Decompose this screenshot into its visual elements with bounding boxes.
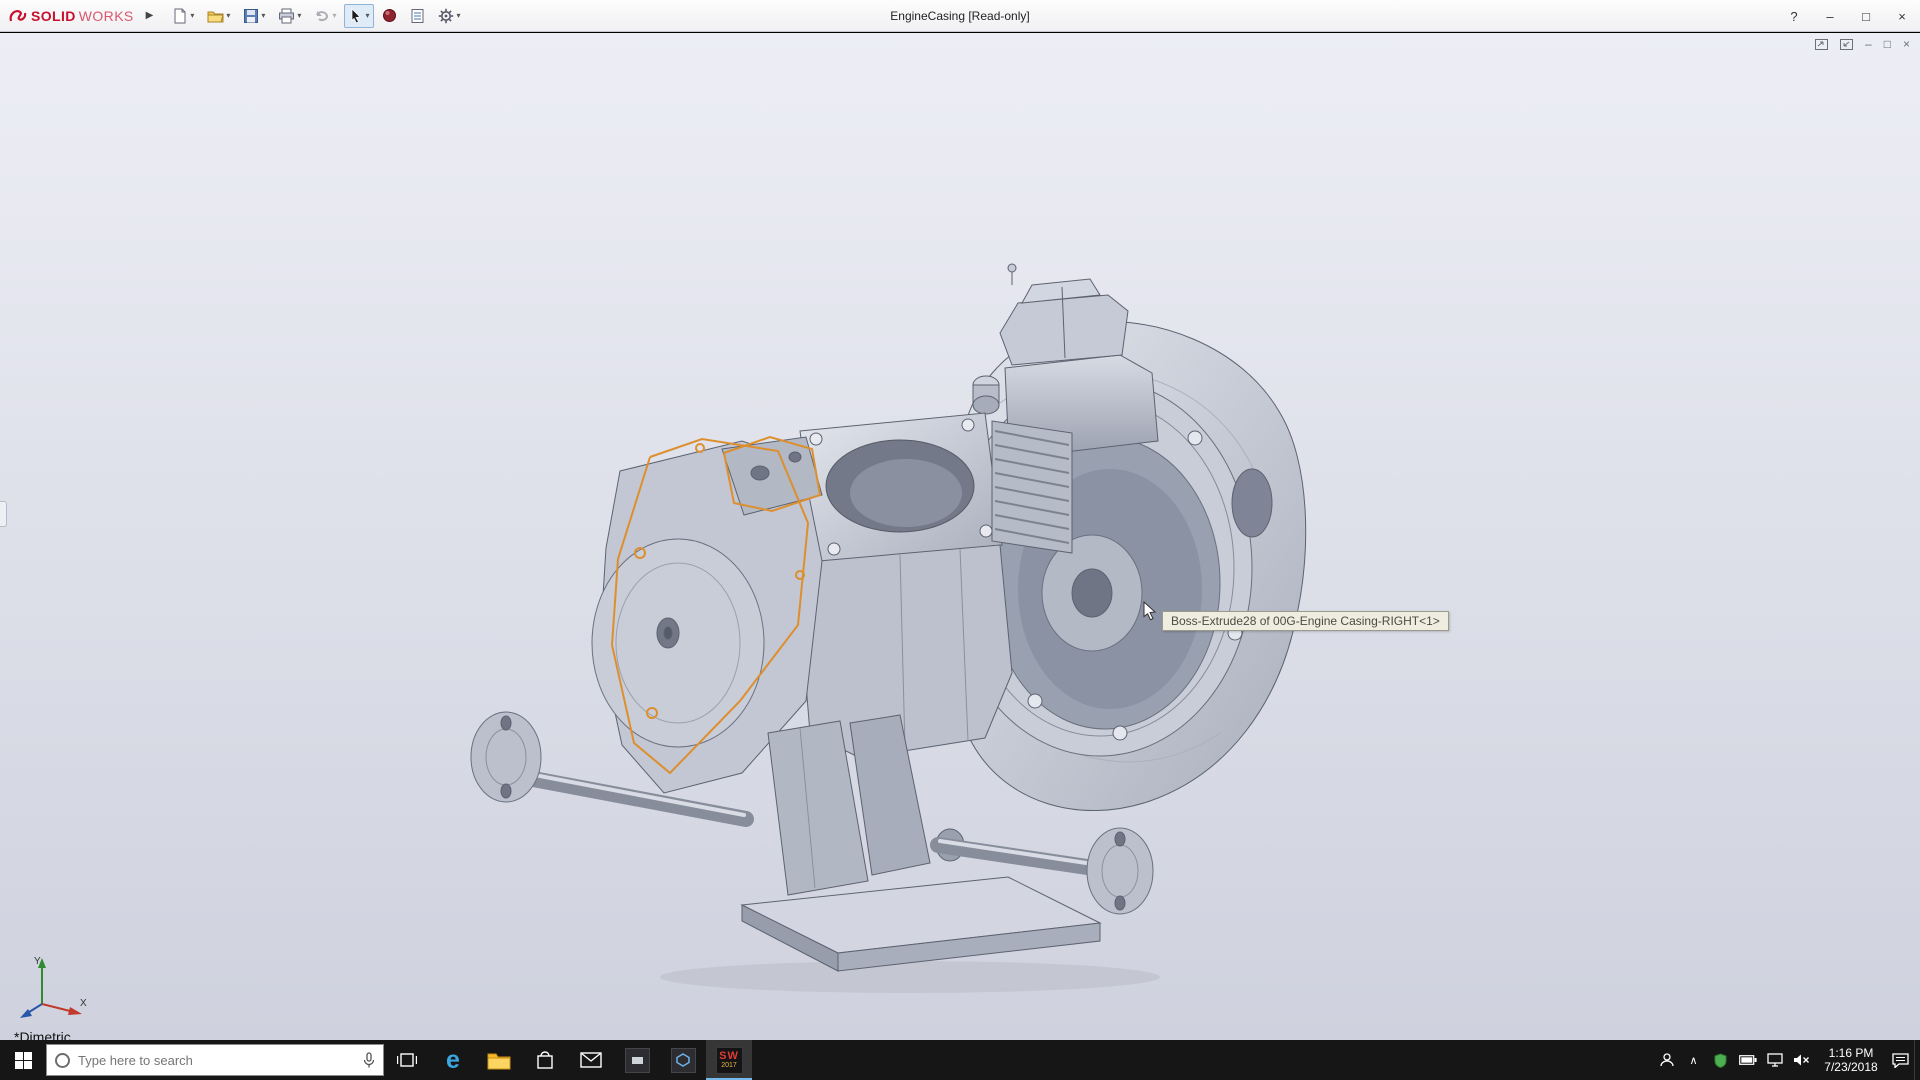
solidworks-taskbar-button[interactable]: SW 2017 — [706, 1040, 752, 1080]
graphics-viewport[interactable]: – □ × — [0, 33, 1920, 1040]
file-explorer-button[interactable] — [476, 1040, 522, 1080]
options-button[interactable]: ▾ — [433, 4, 465, 28]
document-window-controls: – □ × — [1815, 37, 1910, 51]
people-button[interactable] — [1653, 1040, 1680, 1080]
titlebar: SOLIDWORKS ▶ ▾ ▾ — [0, 0, 1920, 32]
clock-date: 7/23/2018 — [1815, 1060, 1887, 1074]
solidworks-app-icon: SW 2017 — [716, 1047, 743, 1074]
edge-icon: e — [446, 1048, 460, 1073]
sw-badge-letters: SW — [719, 1051, 739, 1062]
doc-pane-icon-b[interactable] — [1840, 39, 1853, 50]
volume-muted-icon — [1793, 1053, 1810, 1067]
task-view-icon — [397, 1051, 417, 1069]
dropdown-arrow-icon[interactable]: ▾ — [261, 11, 265, 20]
window-title: EngineCasing [Read-only] — [890, 0, 1029, 32]
taskbar-clock[interactable]: 1:16 PM 7/23/2018 — [1815, 1046, 1887, 1074]
doc-close-button[interactable]: × — [1903, 37, 1910, 51]
main-toolbar: ▾ ▾ ▾ — [167, 4, 465, 28]
tray-expand-button[interactable]: ∧ — [1680, 1040, 1707, 1080]
dark-app-button-2[interactable] — [660, 1040, 706, 1080]
new-document-icon — [172, 8, 188, 24]
orientation-triad-icon: Y X — [12, 952, 90, 1022]
dark-app-icon-2 — [671, 1048, 696, 1073]
help-button[interactable]: ? — [1776, 0, 1812, 32]
triad-y-text: Y — [34, 956, 41, 967]
dropdown-arrow-icon[interactable]: ▾ — [365, 11, 369, 20]
microphone-icon[interactable] — [363, 1052, 375, 1069]
maximize-button[interactable]: □ — [1848, 0, 1884, 32]
clock-time: 1:16 PM — [1815, 1046, 1887, 1060]
print-button[interactable]: ▾ — [273, 4, 306, 28]
window-controls: ? – □ × — [1776, 0, 1920, 32]
dark-app-icon-1 — [625, 1048, 650, 1073]
ds-logo-icon — [8, 8, 28, 24]
engine-casing-model[interactable] — [0, 33, 1920, 1040]
close-button[interactable]: × — [1884, 0, 1920, 32]
network-icon — [1767, 1053, 1783, 1067]
doc-minimize-button[interactable]: – — [1865, 37, 1872, 51]
open-button[interactable]: ▾ — [202, 4, 235, 28]
undo-icon — [314, 8, 330, 24]
new-document-button[interactable]: ▾ — [167, 4, 199, 28]
mail-button[interactable] — [568, 1040, 614, 1080]
dropdown-arrow-icon[interactable]: ▾ — [332, 11, 336, 20]
show-desktop-button[interactable] — [1914, 1040, 1920, 1080]
mail-icon — [580, 1052, 602, 1068]
save-button[interactable]: ▾ — [238, 4, 270, 28]
file-explorer-icon — [487, 1051, 511, 1070]
undo-button[interactable]: ▾ — [309, 4, 341, 28]
sw-badge-year: 2017 — [721, 1062, 737, 1070]
brand-solid: SOLID — [31, 8, 76, 24]
volume-button[interactable] — [1788, 1040, 1815, 1080]
store-bag-icon — [535, 1050, 555, 1070]
network-button[interactable] — [1761, 1040, 1788, 1080]
open-folder-icon — [207, 8, 224, 24]
print-icon — [278, 8, 295, 24]
people-icon — [1659, 1052, 1675, 1068]
system-tray: ∧ — [1653, 1040, 1920, 1080]
triad-x-text: X — [80, 998, 87, 1009]
action-center-button[interactable] — [1887, 1040, 1914, 1080]
brand-works: WORKS — [79, 8, 134, 24]
taskbar-search[interactable] — [46, 1044, 384, 1076]
feature-tooltip: Boss-Extrude28 of 00G-Engine Casing-RIGH… — [1162, 611, 1449, 631]
doc-pane-icon-a[interactable] — [1815, 39, 1828, 50]
edge-button[interactable]: e — [430, 1040, 476, 1080]
taskbar: e — [0, 1040, 1920, 1080]
screen: SOLIDWORKS ▶ ▾ ▾ — [0, 0, 1920, 1080]
dropdown-arrow-icon[interactable]: ▾ — [456, 11, 460, 20]
view-orientation-label: *Dimetric — [14, 1029, 71, 1040]
cortana-icon — [55, 1053, 70, 1068]
search-input[interactable] — [78, 1053, 355, 1068]
save-icon — [243, 8, 259, 24]
mouse-cursor-icon — [1142, 601, 1158, 621]
select-cursor-icon — [349, 8, 363, 24]
defender-button[interactable] — [1707, 1040, 1734, 1080]
report-button[interactable] — [405, 4, 430, 28]
material-sphere-icon — [382, 8, 397, 23]
menu-expand-arrow[interactable]: ▶ — [146, 10, 154, 21]
start-button[interactable] — [0, 1040, 46, 1080]
dropdown-arrow-icon[interactable]: ▾ — [297, 11, 301, 20]
appearance-button[interactable] — [377, 4, 402, 27]
feature-panel-collapsed-tab[interactable] — [0, 501, 7, 527]
report-icon — [410, 8, 425, 24]
dropdown-arrow-icon[interactable]: ▾ — [190, 11, 194, 20]
select-button[interactable]: ▾ — [344, 4, 374, 28]
gear-icon — [438, 8, 454, 24]
dark-app-button-1[interactable] — [614, 1040, 660, 1080]
defender-shield-icon — [1714, 1053, 1727, 1068]
battery-icon — [1739, 1055, 1757, 1065]
chevron-up-icon: ∧ — [1689, 1054, 1697, 1067]
doc-restore-button[interactable]: □ — [1884, 37, 1891, 51]
store-button[interactable] — [522, 1040, 568, 1080]
windows-logo-icon — [15, 1052, 32, 1069]
action-center-icon — [1892, 1053, 1909, 1068]
dropdown-arrow-icon[interactable]: ▾ — [226, 11, 230, 20]
solidworks-logo: SOLIDWORKS — [0, 8, 140, 24]
battery-button[interactable] — [1734, 1040, 1761, 1080]
minimize-button[interactable]: – — [1812, 0, 1848, 32]
task-view-button[interactable] — [384, 1040, 430, 1080]
